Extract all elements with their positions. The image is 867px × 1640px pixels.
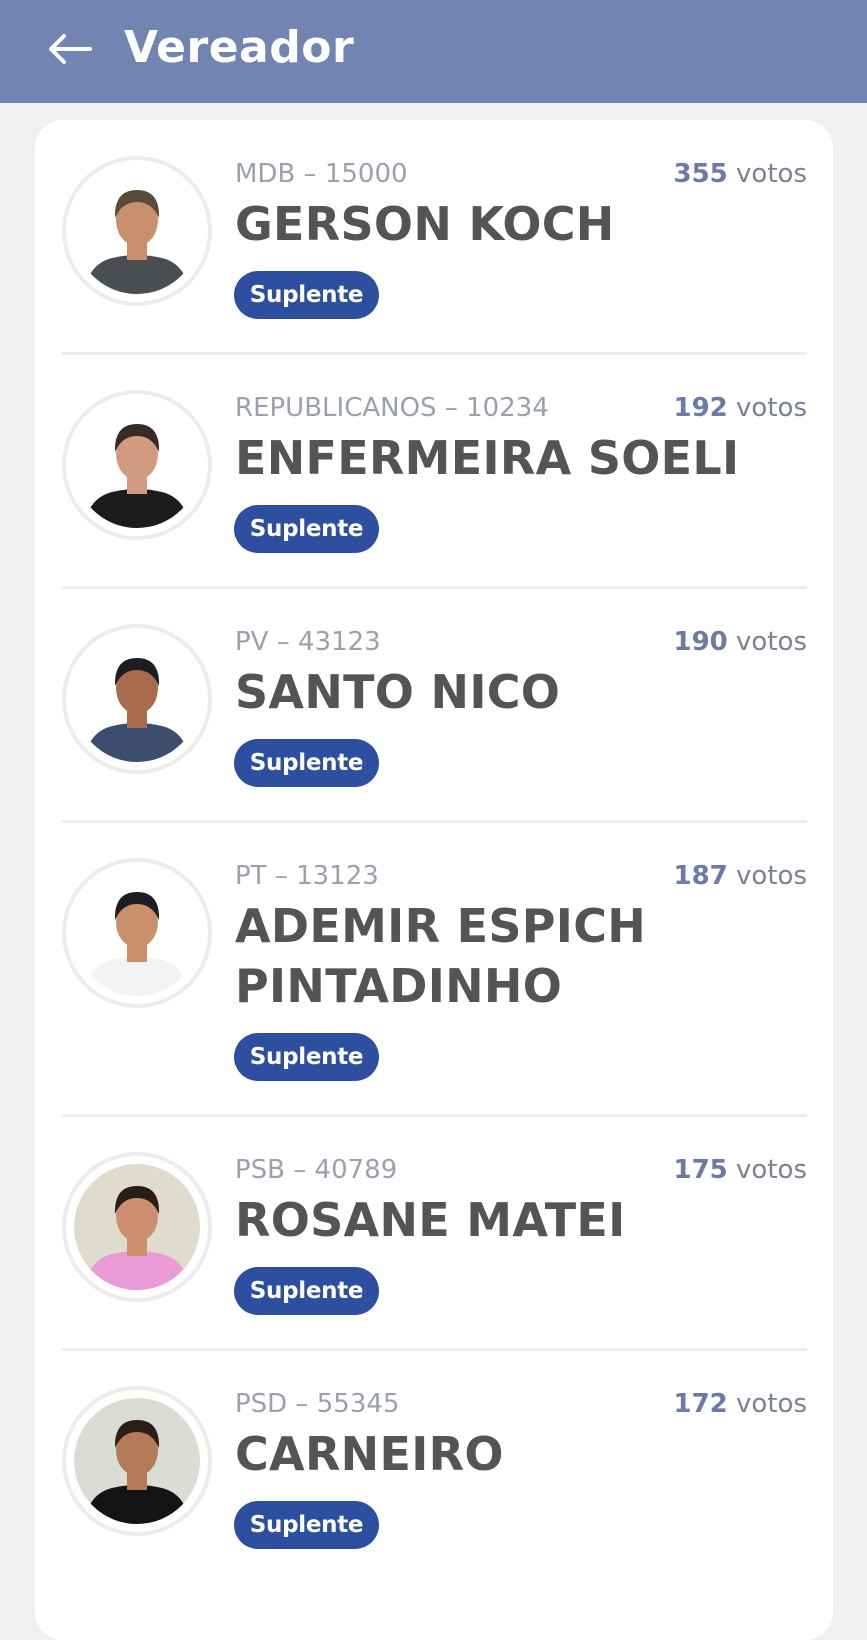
candidate-photo [62,390,212,540]
vote-total: 187 votos [674,860,808,892]
candidate-name: ROSANE MATEI [235,1193,626,1247]
votes-label: votos [736,627,807,657]
vote-count: 192 [673,393,728,423]
status-badge: Suplente [234,1033,379,1081]
votes-label: votos [736,159,807,189]
avatar [74,1398,200,1524]
votes-label: votos [736,861,807,891]
arrow-left-icon [49,34,92,64]
status-badge: Suplente [234,1267,379,1315]
party-number: PV – 43123 [235,627,381,657]
status-badge: Suplente [234,739,379,787]
vote-total: 192 votos [674,392,808,424]
votes-label: votos [736,393,807,423]
vote-total: 172 votos [674,1388,808,1420]
votes-label: votos [736,1389,807,1419]
candidate-photo [62,156,212,306]
party-number: PSD – 55345 [235,1389,400,1419]
candidate-row[interactable]: PSB – 40789 175 votos ROSANE MATEI Suple… [35,1116,833,1350]
candidate-name: ADEMIR ESPICH PINTADINHO [235,899,647,1013]
vote-count: 175 [673,1155,728,1185]
party-number: MDB – 15000 [235,159,408,189]
candidate-row[interactable]: MDB – 15000 355 votos GERSON KOCH Suplen… [35,120,833,354]
avatar [74,870,200,996]
party-number: PSB – 40789 [235,1155,398,1185]
candidate-row[interactable]: REPUBLICANOS – 10234 192 votos ENFERMEIR… [35,354,833,588]
vote-count: 187 [673,861,728,891]
avatar [74,636,200,762]
person-photo-icon [74,402,200,528]
candidate-row[interactable]: PSD – 55345 172 votos CARNEIRO Suplente [35,1350,833,1584]
vote-count: 172 [673,1389,728,1419]
candidate-row[interactable]: PT – 13123 187 votos ADEMIR ESPICH PINTA… [35,822,833,1116]
party-number: REPUBLICANOS – 10234 [235,393,549,423]
status-badge: Suplente [234,1501,379,1549]
app-header: Vereador [0,0,867,103]
vote-count: 190 [673,627,728,657]
vote-total: 355 votos [674,158,808,190]
candidate-photo [62,1152,212,1302]
votes-label: votos [736,1155,807,1185]
person-photo-icon [74,636,200,762]
avatar [74,168,200,294]
candidate-row[interactable]: PV – 43123 190 votos SANTO NICO Suplente [35,588,833,822]
candidate-photo [62,858,212,1008]
status-badge: Suplente [234,505,379,553]
candidate-name: ENFERMEIRA SOELI [235,431,740,485]
vote-total: 190 votos [674,626,808,658]
candidate-photo [62,1386,212,1536]
person-photo-icon [74,168,200,294]
vote-count: 355 [673,159,728,189]
candidate-name: GERSON KOCH [235,197,615,251]
person-photo-icon [74,1398,200,1524]
back-button[interactable] [40,22,98,76]
page-title: Vereador [124,22,355,73]
person-photo-icon [74,870,200,996]
candidate-name: SANTO NICO [235,665,561,719]
party-number: PT – 13123 [235,861,379,891]
status-badge: Suplente [234,271,379,319]
person-photo-icon [74,1164,200,1290]
candidate-name: CARNEIRO [235,1427,504,1481]
avatar [74,402,200,528]
candidate-photo [62,624,212,774]
avatar [74,1164,200,1290]
results-card: MDB – 15000 355 votos GERSON KOCH Suplen… [35,120,833,1640]
vote-total: 175 votos [674,1154,808,1186]
